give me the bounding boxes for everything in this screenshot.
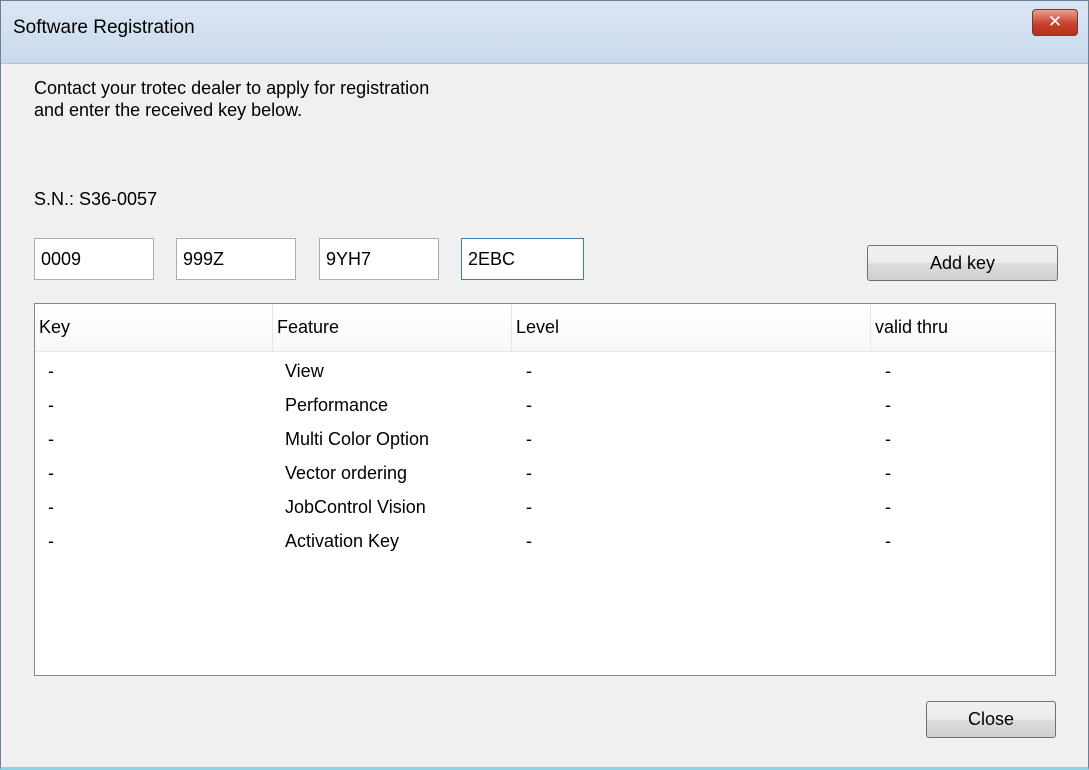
features-table[interactable]: Key Feature Level valid thru - View - - … — [34, 303, 1056, 676]
cell-feature: JobControl Vision — [285, 497, 426, 517]
title-bar[interactable]: Software Registration ✕ — [1, 1, 1088, 64]
cell-key: - — [48, 497, 54, 517]
cell-level: - — [526, 531, 532, 551]
cell-level: - — [526, 361, 532, 381]
column-header-valid-thru[interactable]: valid thru — [871, 304, 1055, 351]
key-field-3[interactable] — [319, 238, 439, 280]
window-title: Software Registration — [13, 17, 195, 38]
instructions-line-2: and enter the received key below. — [34, 100, 303, 120]
cell-level: - — [526, 497, 532, 517]
column-header-level[interactable]: Level — [512, 304, 871, 351]
table-body: - View - - - Performance - - - Multi Col… — [35, 352, 1055, 558]
cell-key: - — [48, 361, 54, 381]
key-field-1[interactable] — [34, 238, 154, 280]
cell-valid-thru: - — [885, 497, 891, 517]
cell-valid-thru: - — [885, 429, 891, 449]
cell-key: - — [48, 463, 54, 483]
instructions-line-1: Contact your trotec dealer to apply for … — [34, 78, 430, 98]
software-registration-dialog: Software Registration ✕ Contact your tro… — [0, 0, 1089, 770]
close-button[interactable]: Close — [926, 701, 1056, 738]
cell-level: - — [526, 463, 532, 483]
dialog-content: Contact your trotec dealer to apply for … — [1, 63, 1088, 768]
cell-valid-thru: - — [885, 395, 891, 415]
cell-valid-thru: - — [885, 361, 891, 381]
cell-feature: Performance — [285, 395, 389, 415]
cell-level: - — [526, 429, 532, 449]
table-header: Key Feature Level valid thru — [35, 304, 1055, 352]
column-header-key[interactable]: Key — [35, 304, 273, 351]
close-window-button[interactable]: ✕ — [1032, 9, 1078, 36]
table-row[interactable]: - Performance - - — [35, 388, 1055, 422]
cell-valid-thru: - — [885, 463, 891, 483]
cell-key: - — [48, 395, 54, 415]
cell-feature: Vector ordering — [285, 463, 408, 483]
cell-valid-thru: - — [885, 531, 891, 551]
column-header-feature[interactable]: Feature — [273, 304, 512, 351]
table-row[interactable]: - Activation Key - - — [35, 524, 1055, 558]
cell-feature: Multi Color Option — [285, 429, 430, 449]
table-row[interactable]: - Multi Color Option - - — [35, 422, 1055, 456]
key-field-4[interactable] — [461, 238, 584, 280]
cell-key: - — [48, 531, 54, 551]
cell-key: - — [48, 429, 54, 449]
key-field-2[interactable] — [176, 238, 296, 280]
cell-feature: Activation Key — [285, 531, 400, 551]
table-row[interactable]: - Vector ordering - - — [35, 456, 1055, 490]
instructions-text: Contact your trotec dealer to apply for … — [34, 77, 429, 121]
serial-number-label: S.N.: S36-0057 — [34, 189, 158, 209]
add-key-button[interactable]: Add key — [867, 245, 1058, 281]
cell-level: - — [526, 395, 532, 415]
table-row[interactable]: - View - - — [35, 354, 1055, 388]
table-row[interactable]: - JobControl Vision - - — [35, 490, 1055, 524]
cell-feature: View — [285, 361, 324, 381]
close-icon: ✕ — [1047, 12, 1063, 31]
